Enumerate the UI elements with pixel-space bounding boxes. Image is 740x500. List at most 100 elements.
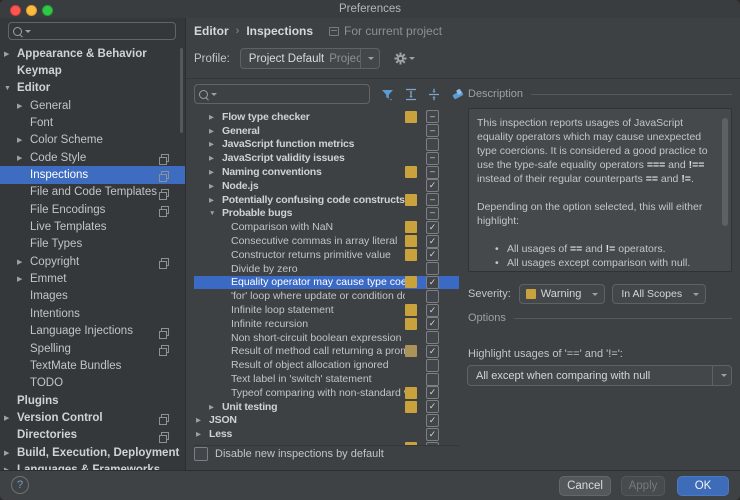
inspection-row[interactable]: 'for' loop where update or condition doe [194, 289, 459, 303]
sidebar-item[interactable]: Appearance & Behavior [0, 45, 185, 62]
sidebar-scrollbar[interactable] [180, 48, 183, 133]
sidebar-item[interactable]: TextMate Bundles [0, 357, 185, 374]
breadcrumb-editor[interactable]: Editor [194, 24, 229, 38]
expand-all-icon[interactable] [405, 88, 417, 101]
settings-search-input[interactable] [35, 24, 171, 38]
expand-arrow-icon[interactable] [4, 50, 17, 58]
inspection-row[interactable]: JavaScript function metrics [194, 138, 459, 152]
expand-arrow-icon[interactable] [209, 113, 222, 121]
sidebar-item[interactable]: Code Style [0, 149, 185, 166]
inspection-checkbox[interactable] [426, 359, 439, 372]
inspection-row[interactable]: Unit testing [194, 400, 459, 414]
inspection-checkbox[interactable] [426, 248, 439, 261]
inspection-row[interactable]: Probable bugs [194, 207, 459, 221]
sidebar-item[interactable]: Font [0, 114, 185, 131]
inspection-checkbox[interactable] [426, 138, 439, 151]
inspection-checkbox[interactable] [426, 166, 439, 179]
ok-button[interactable]: OK [677, 476, 729, 496]
inspection-row[interactable]: Equality operator may cause type coerci [194, 276, 459, 290]
inspection-row[interactable]: Constructor returns primitive value [194, 248, 459, 262]
inspection-checkbox[interactable] [426, 276, 439, 289]
expand-arrow-icon[interactable] [17, 102, 30, 110]
sidebar-item[interactable]: Inspections [0, 166, 185, 183]
inspection-checkbox[interactable] [426, 386, 439, 399]
collapse-all-icon[interactable] [428, 88, 440, 101]
inspection-checkbox[interactable] [426, 207, 439, 220]
inspection-checkbox[interactable] [426, 262, 439, 275]
sidebar-item[interactable]: Keymap [0, 62, 185, 79]
inspection-row[interactable]: Divide by zero [194, 262, 459, 276]
inspection-checkbox[interactable] [426, 317, 439, 330]
inspections-search-input[interactable] [221, 87, 365, 101]
filter-icon[interactable] [381, 88, 394, 101]
inspection-checkbox[interactable] [426, 400, 439, 413]
breadcrumb-inspections[interactable]: Inspections [246, 24, 313, 38]
inspection-checkbox[interactable] [426, 414, 439, 427]
inspection-row[interactable]: Node.js [194, 179, 459, 193]
sidebar-item[interactable]: File Types [0, 236, 185, 253]
sidebar-item[interactable]: File and Code Templates [0, 184, 185, 201]
inspection-checkbox[interactable] [426, 345, 439, 358]
inspection-row[interactable]: Comparison with NaN [194, 220, 459, 234]
sidebar-item[interactable]: Emmet [0, 270, 185, 287]
sidebar-item[interactable]: Intentions [0, 305, 185, 322]
apply-button[interactable]: Apply [621, 476, 665, 496]
search-history-caret-icon[interactable] [25, 30, 31, 33]
sidebar-item[interactable]: Color Scheme [0, 132, 185, 149]
titlebar[interactable]: Preferences [0, 0, 740, 19]
inspection-checkbox[interactable] [426, 124, 439, 137]
inspection-row[interactable]: Infinite loop statement [194, 303, 459, 317]
inspection-row[interactable]: Non short-circuit boolean expression [194, 331, 459, 345]
inspection-row[interactable]: Text label in 'switch' statement [194, 372, 459, 386]
sidebar-item[interactable]: Images [0, 288, 185, 305]
sidebar-item[interactable]: Languages & Frameworks [0, 461, 185, 470]
sidebar-item[interactable]: Plugins [0, 392, 185, 409]
inspection-checkbox[interactable] [426, 235, 439, 248]
disable-new-inspections-checkbox[interactable] [194, 447, 208, 461]
inspection-row[interactable] [194, 441, 459, 446]
sidebar-item[interactable]: Version Control [0, 409, 185, 426]
sidebar-item[interactable]: Live Templates [0, 218, 185, 235]
inspection-row[interactable]: Result of method call returning a promis [194, 345, 459, 359]
profile-dropdown[interactable]: Project Default Project [240, 48, 380, 69]
inspection-row[interactable]: Potentially confusing code constructs [194, 193, 459, 207]
profile-actions[interactable] [394, 52, 415, 65]
sidebar-item[interactable]: Language Injections [0, 323, 185, 340]
inspection-row[interactable]: Less [194, 427, 459, 441]
expand-arrow-icon[interactable] [196, 430, 209, 438]
inspection-checkbox[interactable] [426, 193, 439, 206]
inspection-checkbox[interactable] [426, 290, 439, 303]
description-scrollbar[interactable] [722, 118, 728, 226]
expand-arrow-icon[interactable] [209, 182, 222, 190]
inspection-row[interactable]: Typeof comparing with non-standard va [194, 386, 459, 400]
sidebar-item[interactable]: File Encodings [0, 201, 185, 218]
expand-arrow-icon[interactable] [17, 258, 30, 266]
help-button[interactable]: ? [11, 476, 29, 494]
expand-arrow-icon[interactable] [17, 136, 30, 144]
inspection-checkbox[interactable] [426, 331, 439, 344]
expand-arrow-icon[interactable] [209, 196, 222, 204]
search-history-caret-icon[interactable] [211, 93, 217, 96]
inspection-checkbox[interactable] [426, 221, 439, 234]
inspection-checkbox[interactable] [426, 373, 439, 386]
sidebar-item[interactable]: Directories [0, 427, 185, 444]
expand-arrow-icon[interactable] [196, 416, 209, 424]
sidebar-item[interactable]: General [0, 97, 185, 114]
inspections-search-box[interactable] [194, 84, 370, 104]
sidebar-item[interactable]: Spelling [0, 340, 185, 357]
gear-icon[interactable] [394, 52, 407, 65]
inspection-row[interactable]: General [194, 124, 459, 138]
expand-arrow-icon[interactable] [17, 154, 30, 162]
scope-dropdown[interactable]: In All Scopes [612, 284, 706, 304]
dropdown-button[interactable] [712, 366, 731, 385]
inspection-checkbox[interactable] [426, 110, 439, 123]
inspection-row[interactable]: Flow type checker [194, 110, 459, 124]
expand-arrow-icon[interactable] [4, 85, 17, 92]
highlight-option-dropdown[interactable]: All except when comparing with null [467, 365, 732, 386]
sidebar-item[interactable]: Copyright [0, 253, 185, 270]
sidebar-item[interactable]: TODO [0, 375, 185, 392]
inspection-row[interactable]: Infinite recursion [194, 317, 459, 331]
settings-search-box[interactable] [8, 22, 176, 40]
severity-dropdown[interactable]: Warning [519, 284, 606, 304]
profile-dropdown-button[interactable] [360, 49, 379, 68]
